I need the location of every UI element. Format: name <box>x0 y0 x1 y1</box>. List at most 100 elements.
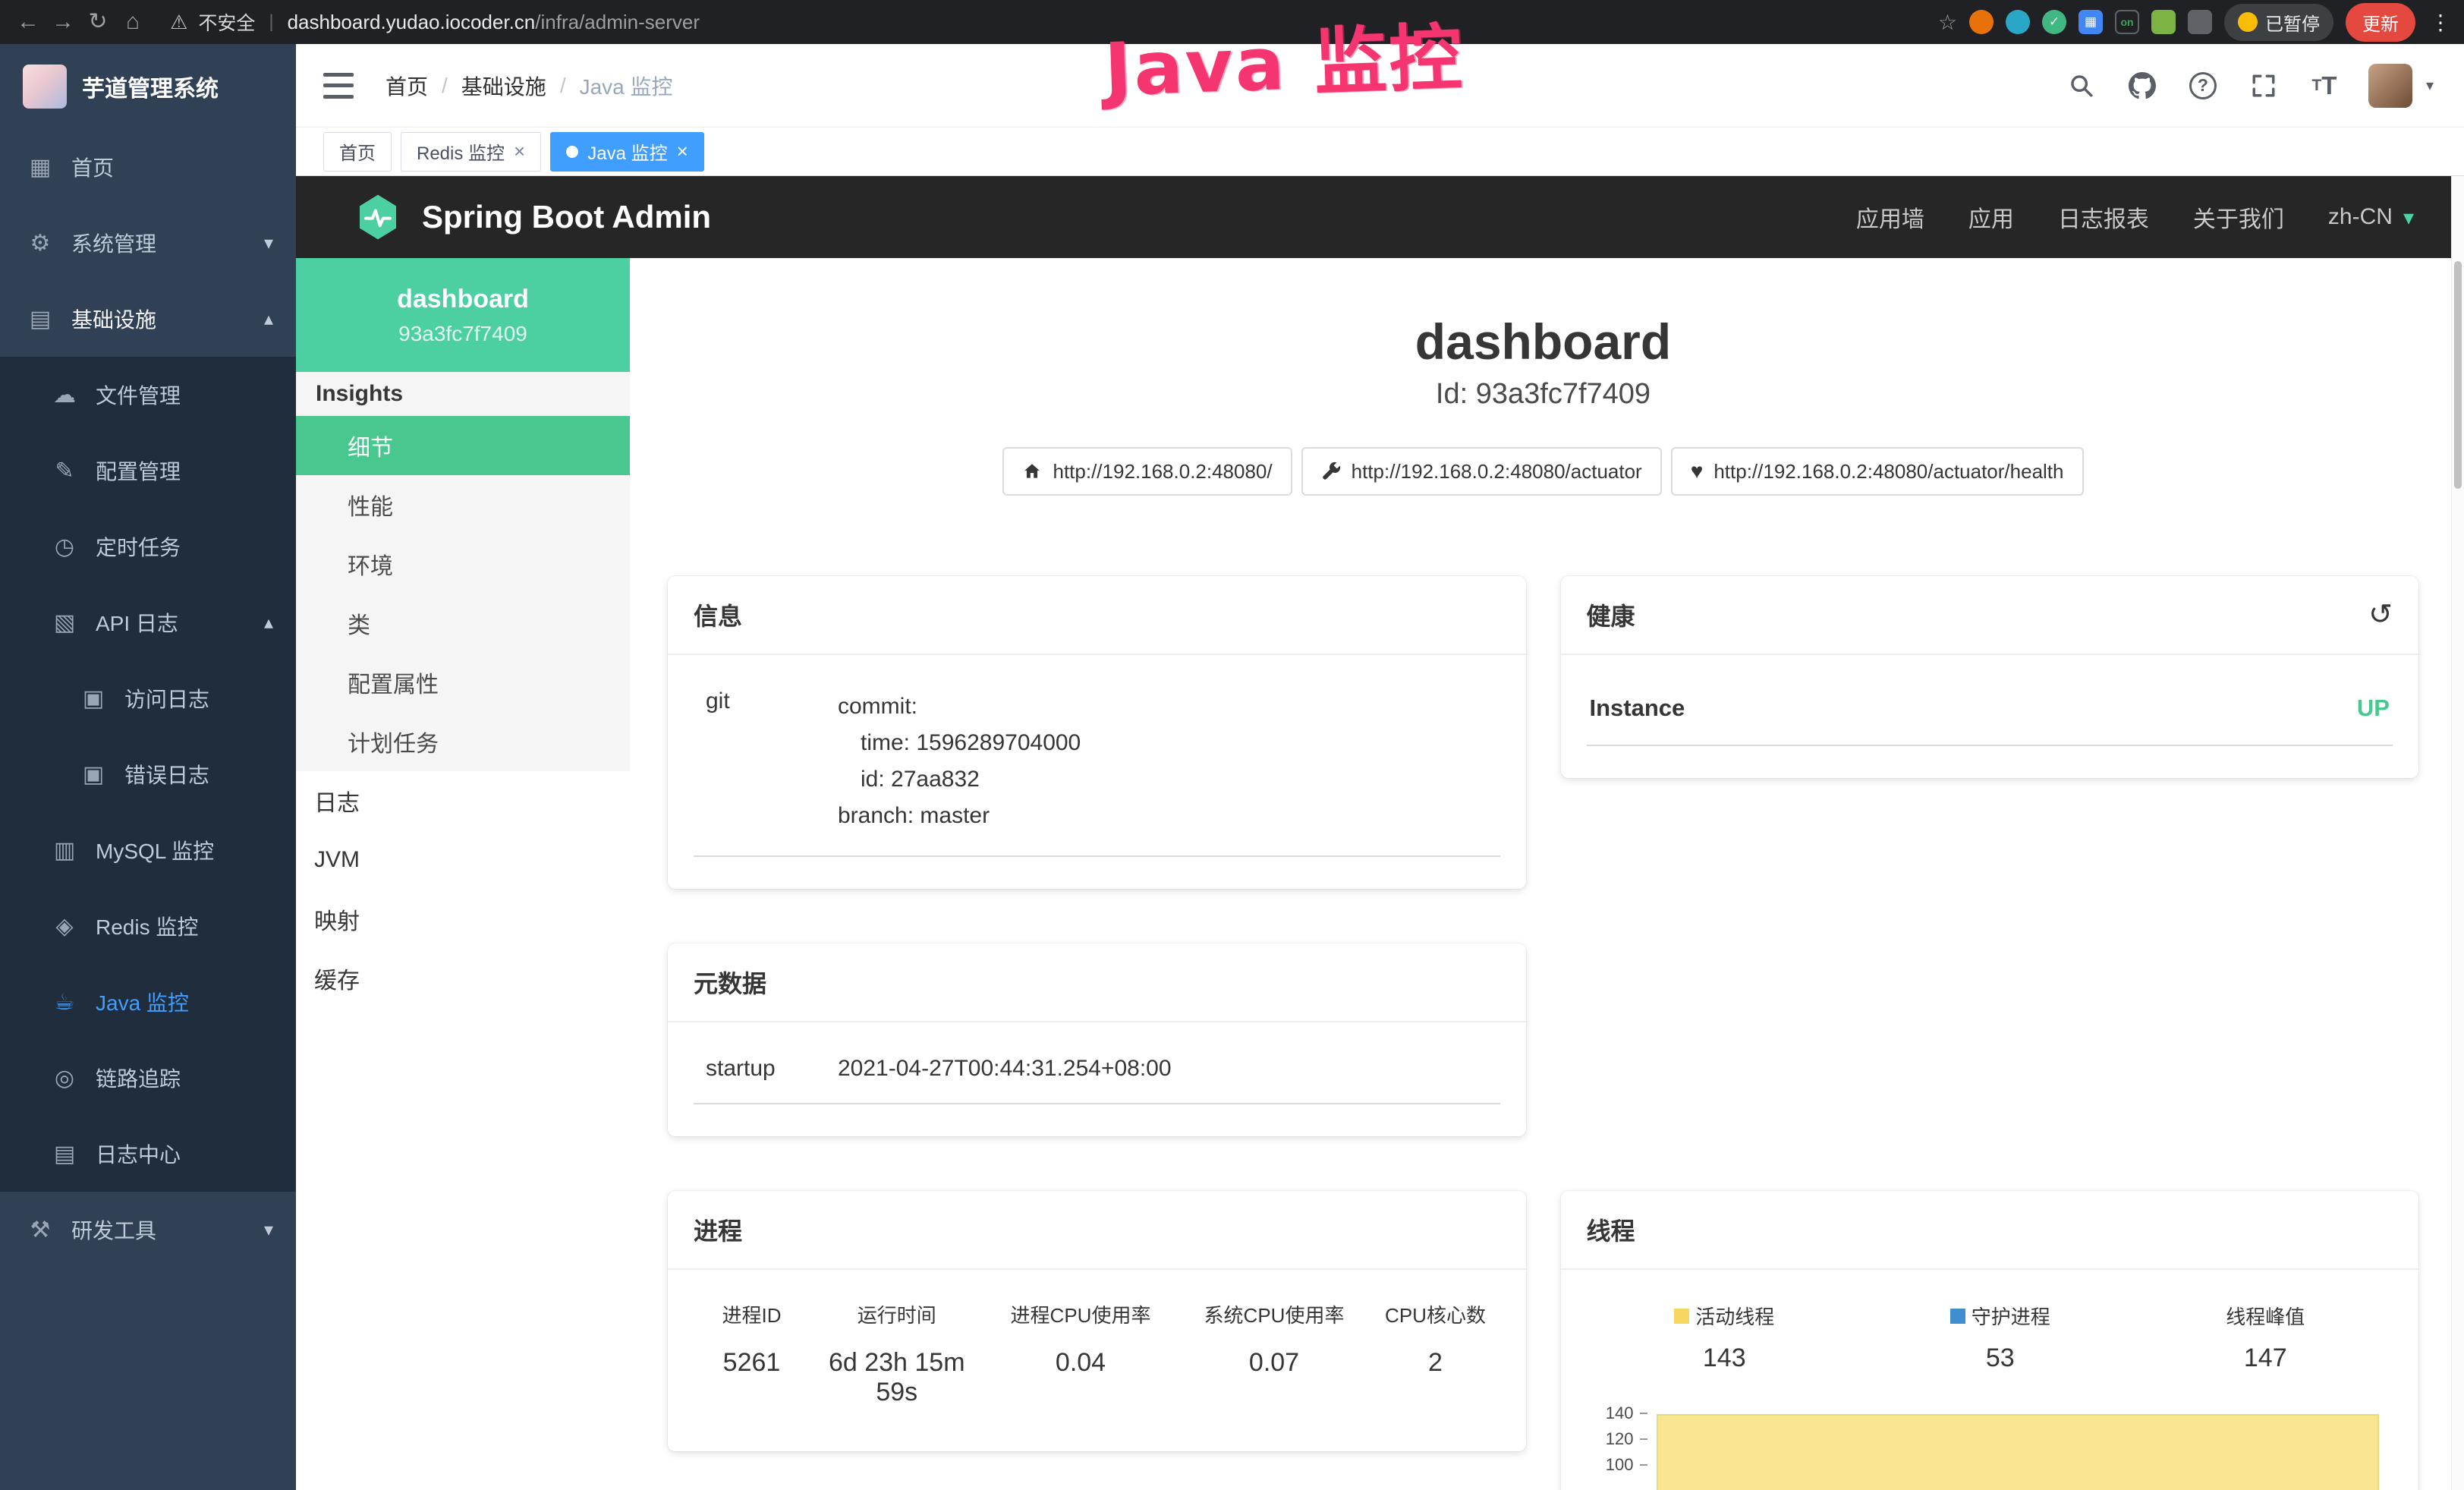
tab-home[interactable]: 首页 <box>323 132 392 172</box>
sba-side-item-config-props[interactable]: 配置属性 <box>296 653 630 712</box>
process-header-cpus: CPU核心数 <box>1371 1300 1500 1328</box>
hamburger-icon[interactable] <box>323 73 354 99</box>
close-icon[interactable]: × <box>514 140 525 163</box>
app-title: 芋道管理系统 <box>82 70 219 103</box>
y-axis-tick: 140 <box>1587 1403 1647 1423</box>
instance-label: Instance <box>1590 695 1685 722</box>
sba-side-item-classes[interactable]: 类 <box>296 594 630 653</box>
user-avatar[interactable] <box>2368 64 2412 108</box>
sidebar-item-link-tracing[interactable]: ◎ 链路追踪 <box>0 1040 296 1116</box>
sidebar-item-label: Java 监控 <box>96 987 189 1017</box>
info-card-title: 信息 <box>694 597 742 632</box>
legend-daemon-threads: 守护进程 53 <box>1950 1302 2050 1373</box>
search-icon[interactable] <box>2065 69 2098 102</box>
sba-nav-wallboard[interactable]: 应用墙 <box>1856 200 1924 234</box>
sidebar-item-config-management[interactable]: ✎ 配置管理 <box>0 433 296 509</box>
extensions-menu-icon[interactable] <box>2188 10 2212 34</box>
paused-badge[interactable]: 已暂停 <box>2224 4 2333 41</box>
browser-refresh-icon[interactable]: ↻ <box>80 0 115 44</box>
extension-icon-drop[interactable] <box>2006 10 2030 34</box>
browser-back-icon[interactable]: ← <box>11 0 46 44</box>
instance-links: http://192.168.0.2:48080/ http://192.168… <box>668 447 2418 496</box>
close-icon[interactable]: × <box>677 140 688 163</box>
info-card-header: 信息 <box>668 576 1526 655</box>
history-icon[interactable]: ↺ <box>2368 600 2393 629</box>
extension-icon-vue[interactable]: ✓ <box>2042 10 2066 34</box>
sidebar-item-access-logs[interactable]: ▣ 访问日志 <box>0 660 296 736</box>
scrollbar-thumb[interactable] <box>2454 261 2462 489</box>
app-logo[interactable]: 芋道管理系统 <box>0 44 296 129</box>
health-card-header: 健康 ↺ <box>1561 576 2419 655</box>
sidebar-item-log-center[interactable]: ▤ 日志中心 <box>0 1116 296 1192</box>
sidebar-item-java-monitor[interactable]: ☕ Java 监控 <box>0 964 296 1040</box>
browser-home-icon[interactable]: ⌂ <box>115 0 150 44</box>
breadcrumb-home[interactable]: 首页 <box>385 71 428 101</box>
sidebar-item-dev-tools[interactable]: ⚒ 研发工具 ▾ <box>0 1192 296 1268</box>
sidebar-item-system-management[interactable]: ⚙ 系统管理 ▾ <box>0 205 296 281</box>
sba-side-item-environment[interactable]: 环境 <box>296 534 630 594</box>
browser-forward-icon[interactable]: → <box>46 0 80 44</box>
sidebar-item-scheduled-tasks[interactable]: ◷ 定时任务 <box>0 509 296 584</box>
sba-side-item-details[interactable]: 细节 <box>296 416 630 475</box>
sba-side-item-scheduled-tasks[interactable]: 计划任务 <box>296 712 630 771</box>
sba-nav-about[interactable]: 关于我们 <box>2193 200 2284 234</box>
extension-icon-leaf[interactable] <box>2151 10 2176 34</box>
sba-instance-block[interactable]: dashboard 93a3fc7f7409 <box>296 258 630 372</box>
fullscreen-icon[interactable] <box>2247 69 2280 102</box>
tab-java-monitor[interactable]: Java 监控 × <box>550 132 704 172</box>
sba-language-select[interactable]: zh-CN ▾ <box>2328 204 2414 230</box>
health-url-button[interactable]: ♥ http://192.168.0.2:48080/actuator/heal… <box>1671 447 2084 496</box>
sidebar-item-redis-monitor[interactable]: ◈ Redis 监控 <box>0 888 296 964</box>
help-icon[interactable]: ? <box>2186 69 2220 102</box>
app-frame: 芋道管理系统 ▦ 首页 ⚙ 系统管理 ▾ ▤ 基础设施 ▴ <box>0 44 2464 1490</box>
process-card-title: 进程 <box>694 1212 742 1247</box>
sba-nav-journal[interactable]: 日志报表 <box>2058 200 2149 234</box>
sba-side-item-logs[interactable]: 日志 <box>296 771 630 830</box>
bookmark-star-icon[interactable]: ☆ <box>1938 10 1957 35</box>
sidebar-item-mysql-monitor[interactable]: ▥ MySQL 监控 <box>0 812 296 888</box>
logo-avatar <box>23 65 67 109</box>
sba-nav-applications[interactable]: 应用 <box>1968 200 2014 234</box>
sidebar-item-api-logs[interactable]: ▧ API 日志 ▴ <box>0 584 296 660</box>
clock-icon: ◷ <box>50 534 79 560</box>
sidebar-item-label: 定时任务 <box>96 531 181 562</box>
error-log-icon: ▣ <box>79 761 108 788</box>
info-card-body: git commit: time: 1596289704000 id: 27aa… <box>668 655 1526 889</box>
extension-icon-grid[interactable]: ▦ <box>2079 10 2103 34</box>
sba-side-item-metrics[interactable]: 性能 <box>296 475 630 534</box>
sidebar-menu: ▦ 首页 ⚙ 系统管理 ▾ ▤ 基础设施 ▴ ☁ 文件管理 <box>0 129 296 1268</box>
sba-side-item-mappings[interactable]: 映射 <box>296 890 630 949</box>
process-value-system-cpu: 0.07 <box>1178 1348 1371 1407</box>
address-bar[interactable]: ⚠ 不安全 | dashboard.yudao.iocoder.cn/infra… <box>170 8 1938 36</box>
sidebar-item-home[interactable]: ▦ 首页 <box>0 129 296 205</box>
tab-redis-monitor[interactable]: Redis 监控 × <box>401 132 541 172</box>
sidebar-item-infrastructure[interactable]: ▤ 基础设施 ▴ <box>0 281 296 357</box>
page-scrollbar[interactable] <box>2451 176 2464 1490</box>
browser-menu-icon[interactable]: ⋮ <box>2428 10 2453 35</box>
extension-icon-switch[interactable]: on <box>2115 10 2139 34</box>
blue-swatch-icon <box>1950 1309 1965 1324</box>
sidebar-item-label: 错误日志 <box>124 759 209 789</box>
git-line-time: time: 1596289704000 <box>838 725 1081 761</box>
service-url-button[interactable]: http://192.168.0.2:48080/ <box>1002 447 1292 496</box>
address-url[interactable]: dashboard.yudao.iocoder.cn/infra/admin-s… <box>288 11 700 34</box>
security-chip[interactable]: 不安全 <box>198 8 255 36</box>
sba-side-item-jvm[interactable]: JVM <box>296 830 630 890</box>
extension-icon-fox[interactable] <box>1969 10 1994 34</box>
git-key: git <box>694 688 838 834</box>
breadcrumb-infrastructure[interactable]: 基础设施 <box>461 71 546 101</box>
github-icon[interactable] <box>2126 69 2159 102</box>
log-center-icon: ▤ <box>50 1141 79 1167</box>
font-size-icon[interactable]: TT <box>2308 69 2341 102</box>
metadata-card: 元数据 startup 2021-04-27T00:44:31.254+08:0… <box>668 943 1526 1136</box>
actuator-url-button[interactable]: http://192.168.0.2:48080/actuator <box>1301 447 1662 496</box>
threads-card: 线程 活动线程 1 <box>1561 1191 2419 1490</box>
sba-main: dashboard Id: 93a3fc7f7409 http://192.16… <box>630 258 2464 1490</box>
update-button[interactable]: 更新 <box>2346 3 2415 42</box>
browser-actions: ☆ ✓ ▦ on 已暂停 更新 ⋮ <box>1938 3 2453 42</box>
sidebar-item-file-management[interactable]: ☁ 文件管理 <box>0 357 296 433</box>
tab-label: Java 监控 <box>587 138 667 165</box>
sba-side-item-caches[interactable]: 缓存 <box>296 949 630 1008</box>
avatar-caret-icon[interactable]: ▾ <box>2426 76 2434 95</box>
sidebar-item-error-logs[interactable]: ▣ 错误日志 <box>0 736 296 812</box>
